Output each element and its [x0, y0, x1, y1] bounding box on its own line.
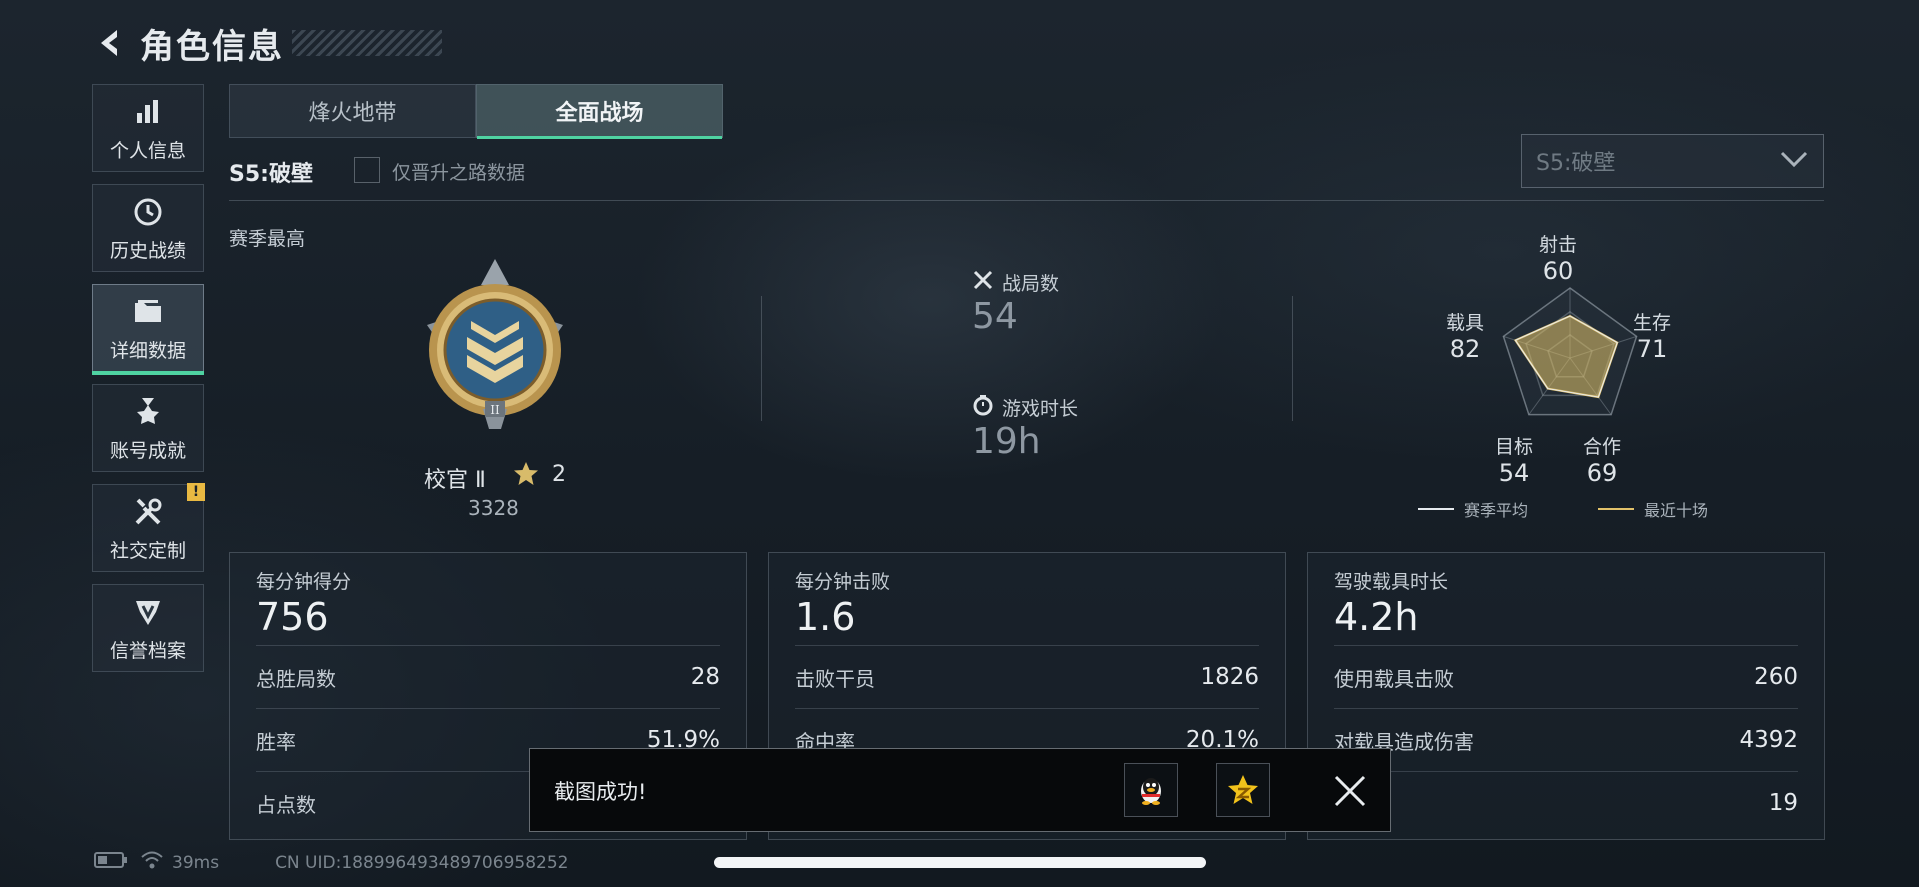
sidebar-item-label: 信誉档案 [109, 639, 186, 662]
radar-axis-survival: 生存 71 [1632, 312, 1671, 363]
divider [1292, 296, 1293, 421]
sidebar-item-detailed-data[interactable]: 详细数据 [92, 284, 204, 375]
qq-penguin-icon [1141, 778, 1161, 805]
season-dropdown[interactable]: S5:破壁 [1521, 134, 1824, 188]
battery-icon [94, 851, 128, 874]
toast-message: 截图成功! [554, 780, 647, 804]
matches-stat: 战局数 54 [972, 269, 1059, 337]
matches-value: 54 [972, 296, 1018, 337]
card-value: 4.2h [1334, 595, 1419, 639]
title-decoration [292, 30, 442, 56]
rank-name: 校官 Ⅱ [424, 468, 486, 493]
season-label: S5:破壁 [229, 162, 313, 187]
radar-axis-shooting: 射击 60 [1538, 234, 1577, 285]
divider [229, 200, 1824, 201]
sidebar-item-label: 账号成就 [109, 439, 186, 462]
back-arrow-icon[interactable] [90, 23, 130, 63]
medal-icon [130, 394, 166, 430]
table-row: 击败干员 1826 [795, 645, 1259, 708]
close-icon[interactable] [1330, 771, 1370, 811]
sidebar-item-social-custom[interactable]: 社交定制 ! [92, 483, 205, 572]
divider [761, 296, 762, 421]
radar-legend: 赛季平均 最近十场 [1418, 497, 1708, 521]
mode-tabs: 烽火地带 全面战场 [229, 84, 723, 139]
table-row: 总胜局数 28 [256, 645, 720, 708]
legend-line-season [1418, 508, 1454, 510]
sidebar-item-label: 历史战绩 [109, 239, 186, 262]
matches-label: 战局数 [1002, 273, 1060, 295]
folder-icon [130, 294, 166, 330]
star-icon [512, 460, 540, 488]
promo-filter-label: 仅晋升之路数据 [392, 162, 526, 184]
card-title: 驾驶载具时长 [1334, 571, 1449, 593]
screenshot-toast: 截图成功! [529, 748, 1391, 832]
radar-axis-vehicle: 载具 82 [1445, 312, 1484, 363]
playtime-label: 游戏时长 [1002, 398, 1079, 420]
card-title: 每分钟得分 [256, 571, 352, 593]
legend-label-season: 赛季平均 [1464, 501, 1529, 520]
card-value: 1.6 [795, 595, 856, 639]
season-best-label: 赛季最高 [229, 228, 306, 250]
tab-all-out-war[interactable]: 全面战场 [476, 84, 723, 139]
rank-score: 3328 [468, 496, 519, 520]
season-dropdown-value: S5:破壁 [1536, 151, 1616, 176]
crossed-swords-icon [972, 269, 994, 296]
bar-chart-icon [130, 94, 166, 130]
header: 角色信息 [90, 18, 442, 68]
status-bar: 39ms CN UID:18899649348970695825​2 [94, 850, 568, 875]
playtime-value: 19h [972, 421, 1041, 462]
radar-axis-objective: 目标 54 [1494, 436, 1533, 487]
table-row: 具 19 [1334, 771, 1798, 834]
tab-warzone[interactable]: 烽火地带 [229, 84, 476, 138]
radar-axis-cooperation: 合作 69 [1582, 436, 1621, 487]
wifi-icon [140, 850, 164, 875]
sidebar-item-reputation[interactable]: 信誉档案 [92, 584, 204, 672]
promo-filter-checkbox[interactable] [354, 157, 380, 183]
sidebar-item-achievements[interactable]: 账号成就 [92, 384, 204, 472]
sidebar-item-history[interactable]: 历史战绩 [92, 184, 204, 272]
home-indicator[interactable] [714, 857, 1206, 868]
sidebar-item-label: 社交定制 [109, 539, 186, 562]
sidebar-item-label: 个人信息 [109, 139, 186, 162]
sidebar-item-label: 详细数据 [109, 339, 186, 362]
stopwatch-icon [972, 394, 994, 421]
rank-emblem-icon: II [405, 255, 585, 435]
shield-emblem-icon [130, 594, 166, 630]
rank-star-count: 2 [552, 462, 566, 487]
chevron-down-icon [1779, 149, 1809, 173]
table-row: 使用载具击败 260 [1334, 645, 1798, 708]
notification-badge: ! [187, 483, 205, 501]
svg-text:II: II [490, 403, 500, 417]
card-value: 756 [256, 595, 329, 639]
tools-icon [130, 494, 166, 530]
ping-value: 39ms [172, 852, 220, 873]
clock-icon [130, 194, 166, 230]
legend-label-recent: 最近十场 [1644, 501, 1709, 520]
share-qzone-button[interactable] [1216, 763, 1270, 817]
page-title: 角色信息 [140, 26, 284, 67]
table-row: 对载具造成伤害 4392 [1334, 708, 1798, 771]
sidebar-item-personal-info[interactable]: 个人信息 [92, 84, 204, 172]
playtime-stat: 游戏时长 19h [972, 394, 1078, 462]
share-qq-button[interactable] [1124, 763, 1178, 817]
card-title: 每分钟击败 [795, 571, 891, 593]
user-uid: CN UID:18899649348970695825​2 [275, 852, 569, 873]
legend-line-recent [1598, 508, 1635, 510]
qzone-star-icon [1228, 775, 1258, 804]
